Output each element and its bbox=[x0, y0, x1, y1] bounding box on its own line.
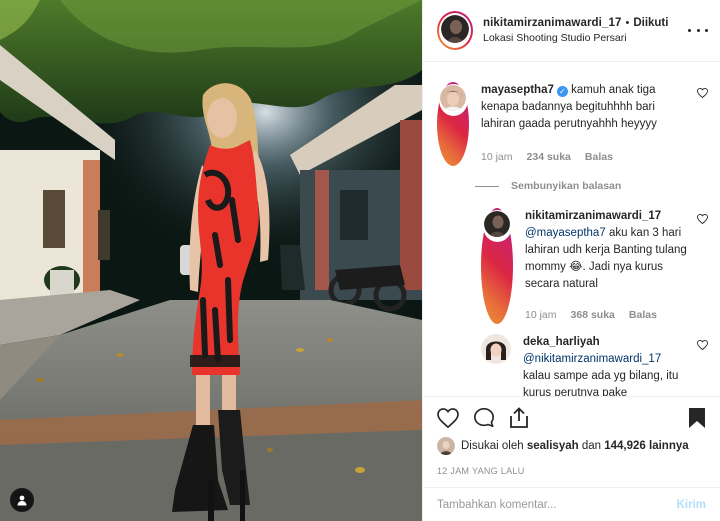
likes-count[interactable]: 144,926 lainnya bbox=[604, 440, 688, 452]
comment-icon bbox=[474, 408, 494, 428]
share-icon bbox=[510, 407, 528, 428]
likes-and: dan bbox=[581, 440, 602, 452]
post-time[interactable]: 12 JAM YANG LALU bbox=[437, 466, 706, 476]
reply-likes[interactable]: 368 suka bbox=[571, 307, 615, 324]
comment-time[interactable]: 10 jam bbox=[481, 149, 513, 166]
post-header-info: nikitamirzanimawardi_17 • Diikuti Lokasi… bbox=[483, 17, 688, 44]
reply-mention[interactable]: @mayaseptha7 bbox=[525, 227, 606, 239]
reply-content: deka_harliyah @nikitamirzanimawardi_17 k… bbox=[523, 334, 708, 396]
reply-button[interactable]: Balas bbox=[585, 149, 613, 166]
reply-like-heart-icon[interactable] bbox=[697, 340, 708, 350]
post-sidebar: nikitamirzanimawardi_17 • Diikuti Lokasi… bbox=[422, 0, 720, 521]
liker-username[interactable]: sealisyah bbox=[527, 440, 579, 452]
post-modal: nikitamirzanimawardi_17 • Diikuti Lokasi… bbox=[0, 0, 720, 521]
replier-avatar-ring[interactable] bbox=[481, 208, 513, 324]
comment-like-heart-icon[interactable] bbox=[697, 88, 708, 98]
like-button[interactable] bbox=[437, 408, 459, 428]
hide-replies-toggle[interactable]: Sembunyikan balasan bbox=[475, 180, 708, 192]
action-icons bbox=[437, 403, 706, 433]
comment-button[interactable] bbox=[473, 407, 495, 429]
reply-time[interactable]: 10 jam bbox=[525, 307, 557, 324]
commenter-avatar bbox=[440, 85, 466, 111]
post-comment-button[interactable]: Kirim bbox=[677, 499, 706, 511]
verified-badge-icon: ✓ bbox=[556, 86, 568, 97]
replier-avatar bbox=[484, 211, 510, 237]
comment-likes[interactable]: 234 suka bbox=[527, 149, 571, 166]
reply-item: nikitamirzanimawardi_17 @mayaseptha7 aku… bbox=[481, 208, 708, 324]
replier-avatar[interactable] bbox=[481, 334, 511, 364]
comment-username[interactable]: mayaseptha7 bbox=[481, 84, 554, 96]
comment-input[interactable] bbox=[437, 498, 677, 511]
commenter-avatar-ring[interactable] bbox=[437, 82, 469, 166]
share-button[interactable] bbox=[509, 407, 529, 429]
likes-prefix: Disukai oleh bbox=[461, 440, 524, 452]
bookmark-icon bbox=[689, 408, 705, 428]
reply-username[interactable]: deka_harliyah bbox=[523, 336, 600, 348]
reply-reply-button[interactable]: Balas bbox=[629, 307, 657, 324]
hide-replies-label: Sembunyikan balasan bbox=[511, 180, 622, 192]
reply-username[interactable]: nikitamirzanimawardi_17 bbox=[525, 210, 661, 222]
replies-divider bbox=[475, 185, 499, 187]
likes-summary: Disukai oleh sealisyah dan 144,926 lainn… bbox=[437, 437, 706, 455]
save-button[interactable] bbox=[688, 407, 706, 429]
comments-list: mayaseptha7 ✓ kamuh anak tiga kenapa bada… bbox=[423, 62, 720, 396]
post-header: nikitamirzanimawardi_17 • Diikuti Lokasi… bbox=[423, 0, 720, 62]
reply-meta: 10 jam 368 suka Balas bbox=[525, 307, 688, 324]
user-tag-icon bbox=[17, 495, 27, 506]
author-avatar-ring[interactable] bbox=[437, 11, 473, 50]
reply-text: kalau sampe ada yg bilang, itu kurus per… bbox=[523, 370, 679, 396]
tagged-users-button[interactable] bbox=[10, 488, 34, 512]
post-location[interactable]: Lokasi Shooting Studio Persari bbox=[483, 32, 688, 44]
comment-item: mayaseptha7 ✓ kamuh anak tiga kenapa bada… bbox=[437, 82, 708, 166]
photo-scene bbox=[0, 0, 422, 521]
reply-mention[interactable]: @nikitamirzanimawardi_17 bbox=[523, 353, 661, 365]
header-separator: • bbox=[625, 17, 630, 29]
add-comment-bar: Kirim bbox=[423, 487, 720, 521]
reply-content: nikitamirzanimawardi_17 @mayaseptha7 aku… bbox=[525, 208, 708, 324]
reply-item: deka_harliyah @nikitamirzanimawardi_17 k… bbox=[481, 334, 708, 396]
comment-content: mayaseptha7 ✓ kamuh anak tiga kenapa bada… bbox=[481, 82, 708, 166]
author-username[interactable]: nikitamirzanimawardi_17 bbox=[483, 17, 621, 29]
liker-avatar[interactable] bbox=[437, 437, 455, 455]
heart-icon bbox=[437, 408, 459, 428]
author-avatar bbox=[441, 15, 469, 43]
reply-like-heart-icon[interactable] bbox=[697, 214, 708, 224]
post-photo[interactable] bbox=[0, 0, 422, 521]
more-options-icon[interactable] bbox=[688, 29, 708, 32]
comment-meta: 10 jam 234 suka Balas bbox=[481, 149, 688, 166]
following-button[interactable]: Diikuti bbox=[633, 17, 668, 29]
